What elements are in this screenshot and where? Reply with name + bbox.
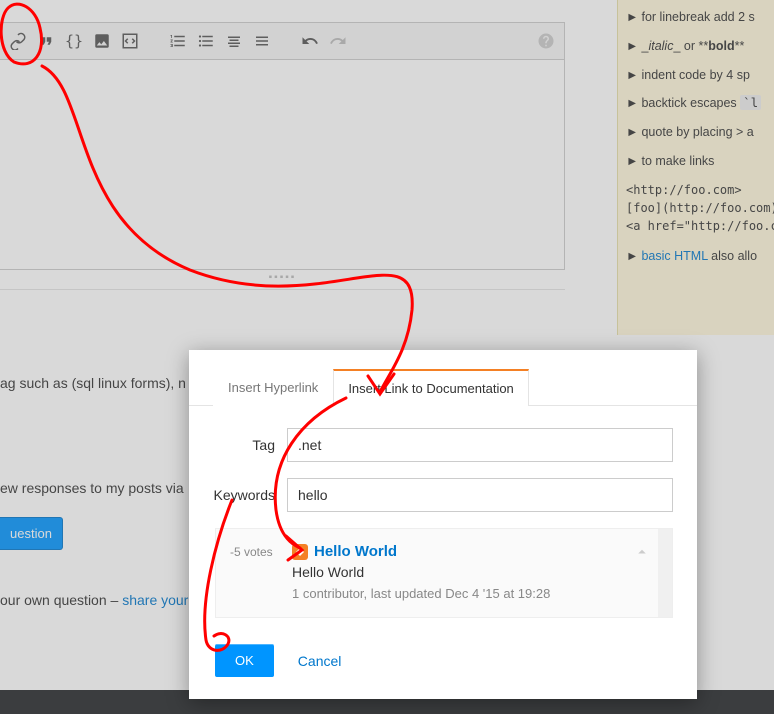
snippet-icon[interactable] bbox=[118, 29, 142, 53]
code-icon[interactable]: {} bbox=[62, 29, 86, 53]
link-icon[interactable] bbox=[6, 29, 30, 53]
t: ** bbox=[735, 39, 745, 53]
ok-button[interactable]: OK bbox=[215, 644, 274, 677]
help-backtick: backtick escapes bbox=[641, 96, 740, 110]
basic-html-link[interactable]: basic HTML bbox=[641, 249, 707, 263]
result-votes: -5 votes bbox=[230, 543, 292, 601]
result-scrollbar[interactable] bbox=[658, 529, 672, 617]
help-example-3: <a href="http://foo.com bbox=[626, 217, 768, 235]
insert-link-dialog: Insert Hyperlink Insert Link to Document… bbox=[189, 350, 697, 699]
keywords-input[interactable] bbox=[287, 478, 673, 512]
ask-question-button[interactable]: uestion bbox=[0, 517, 63, 550]
help-linebreak: for linebreak add 2 s bbox=[641, 10, 754, 24]
editor-toolbar: {} bbox=[0, 22, 565, 60]
redo-icon[interactable] bbox=[326, 29, 350, 53]
ordered-list-icon[interactable] bbox=[166, 29, 190, 53]
image-icon[interactable] bbox=[90, 29, 114, 53]
responses-text: ew responses to my posts via bbox=[0, 480, 200, 496]
t: also allo bbox=[708, 249, 757, 263]
chevron-up-icon[interactable] bbox=[630, 543, 654, 601]
search-result[interactable]: -5 votes Hello World Hello World 1 contr… bbox=[215, 528, 673, 618]
tab-insert-hyperlink[interactable]: Insert Hyperlink bbox=[213, 369, 333, 406]
help-links: to make links bbox=[641, 154, 714, 168]
help-example-1: <http://foo.com> bbox=[626, 181, 768, 199]
help-example-2: [foo](http://foo.com) bbox=[626, 199, 768, 217]
help-quote: quote by placing > a bbox=[641, 125, 753, 139]
t: italic bbox=[648, 39, 673, 53]
t: _ or ** bbox=[673, 39, 708, 53]
resize-grip[interactable]: ▪▪▪▪▪ bbox=[0, 270, 565, 290]
result-subtitle: Hello World bbox=[292, 564, 630, 580]
keywords-label: Keywords bbox=[213, 487, 287, 503]
undo-icon[interactable] bbox=[298, 29, 322, 53]
tag-input[interactable] bbox=[287, 428, 673, 462]
dialog-tabs: Insert Hyperlink Insert Link to Document… bbox=[189, 350, 697, 406]
editor-textarea[interactable] bbox=[0, 60, 565, 270]
t: our own question – bbox=[0, 592, 122, 608]
quote-icon[interactable] bbox=[34, 29, 58, 53]
share-knowledge-link[interactable]: share your k bbox=[122, 592, 199, 608]
editor: {} bbox=[0, 22, 565, 270]
doc-badge-icon bbox=[292, 544, 308, 560]
heading-icon[interactable] bbox=[222, 29, 246, 53]
help-icon[interactable] bbox=[534, 29, 558, 53]
t: `l bbox=[740, 95, 761, 110]
markdown-help-panel: ► for linebreak add 2 s ► _italic_ or **… bbox=[617, 0, 774, 335]
help-indent: indent code by 4 sp bbox=[641, 68, 749, 82]
hr-icon[interactable] bbox=[250, 29, 274, 53]
cancel-link[interactable]: Cancel bbox=[298, 653, 342, 669]
t: bold bbox=[708, 39, 734, 53]
unordered-list-icon[interactable] bbox=[194, 29, 218, 53]
tag-label: Tag bbox=[213, 437, 287, 453]
tab-insert-link-documentation[interactable]: Insert Link to Documentation bbox=[333, 369, 528, 406]
result-meta: 1 contributor, last updated Dec 4 '15 at… bbox=[292, 586, 630, 601]
result-title-link[interactable]: Hello World bbox=[314, 543, 397, 560]
